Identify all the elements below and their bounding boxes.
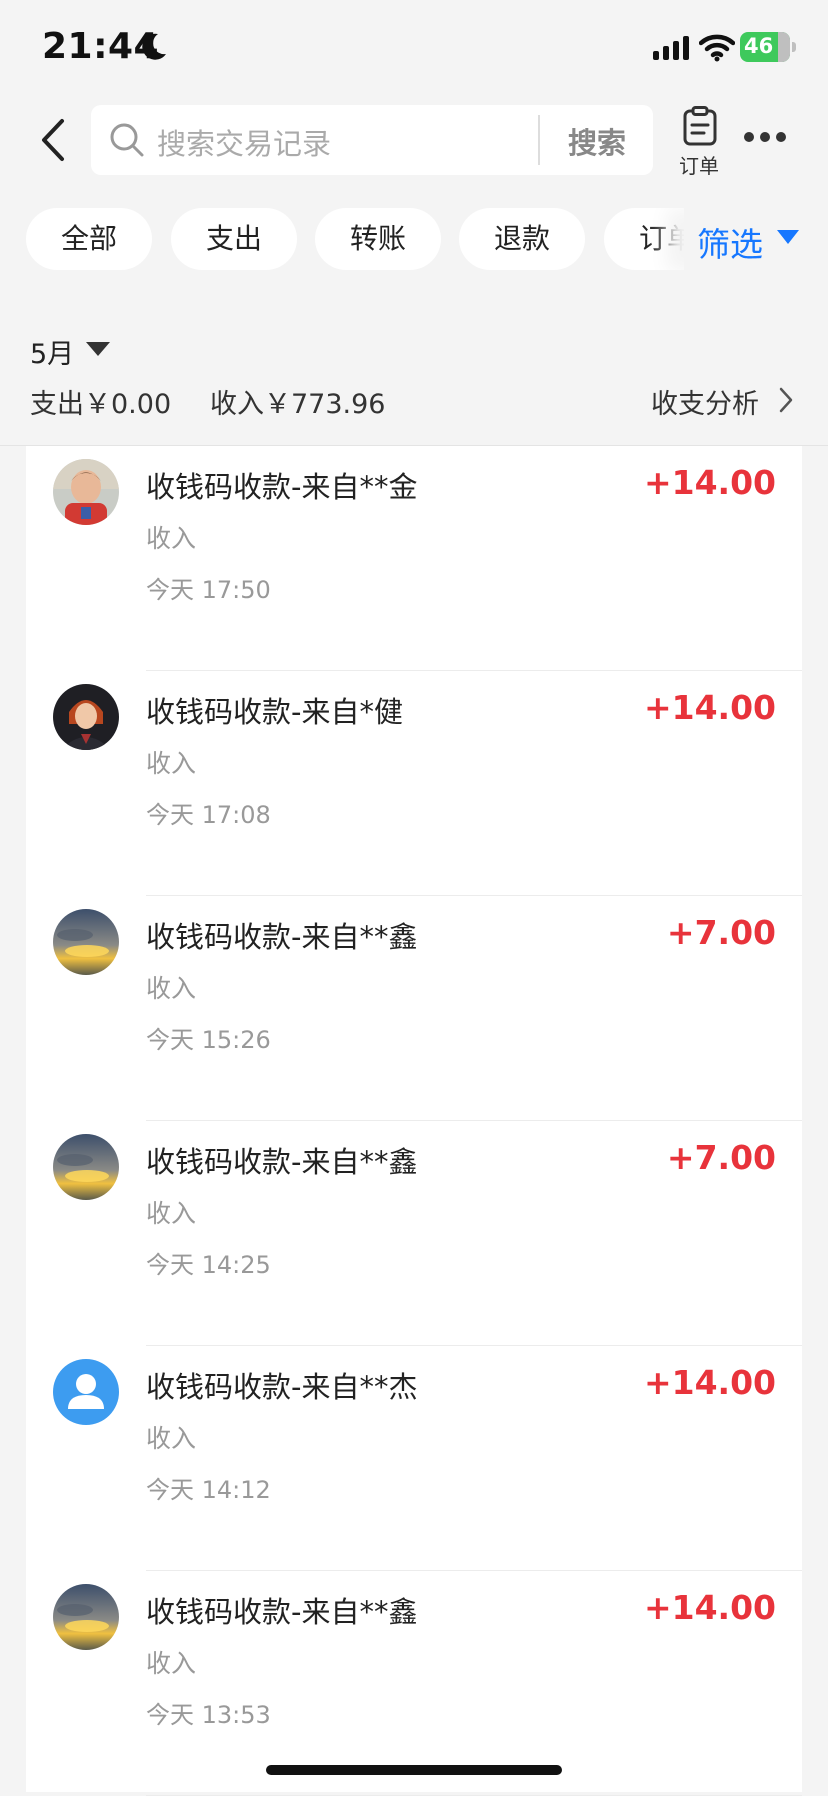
filter-label: 筛选 (697, 225, 763, 264)
transaction-amount: +14.00 (643, 1363, 776, 1402)
transaction-title: 收钱码收款-来自**杰 (146, 1370, 418, 1404)
transaction-amount: +14.00 (643, 688, 776, 727)
transaction-time: 今天 14:25 (146, 1251, 271, 1279)
avatar (53, 459, 119, 525)
chip-refund[interactable]: 退款 (459, 208, 585, 270)
home-indicator[interactable] (266, 1765, 562, 1775)
transaction-amount: +7.00 (666, 1138, 776, 1177)
analysis-link[interactable]: 收支分析 (651, 382, 759, 421)
search-bar[interactable]: 搜索交易记录 搜索 (91, 105, 653, 175)
transaction-amount: +14.00 (643, 463, 776, 502)
transaction-title: 收钱码收款-来自**金 (146, 470, 418, 504)
transaction-amount: +7.00 (666, 913, 776, 952)
filter-button[interactable]: 筛选 (684, 208, 828, 272)
transaction-time: 今天 17:08 (146, 801, 271, 829)
transaction-title: 收钱码收款-来自**鑫 (146, 920, 418, 954)
battery-level: 46 (744, 34, 774, 58)
chevron-right-icon[interactable] (778, 386, 794, 414)
month-selector[interactable]: 5月 (30, 332, 74, 371)
transaction-time: 今天 17:50 (146, 576, 271, 604)
transaction-row[interactable]: 收钱码收款-来自**鑫 收入 今天 15:26 +7.00 (26, 896, 802, 1121)
chip-all[interactable]: 全部 (26, 208, 152, 270)
transaction-time: 今天 15:26 (146, 1026, 271, 1054)
transaction-type: 收入 (146, 974, 197, 1003)
default-user-icon (53, 1359, 119, 1425)
order-button[interactable]: 订单 (677, 106, 723, 178)
transaction-title: 收钱码收款-来自*健 (146, 695, 403, 729)
more-options-icon[interactable] (742, 132, 788, 146)
search-input[interactable]: 搜索交易记录 (157, 121, 331, 163)
chip-expense[interactable]: 支出 (171, 208, 297, 270)
order-label: 订单 (679, 154, 719, 178)
transaction-row[interactable]: 收钱码收款-来自**鑫 收入 今天 13:53 +14.00 (26, 1571, 802, 1796)
transaction-list: 收钱码收款-来自**金 收入 今天 17:50 +14.00 收钱码收款-来自*… (26, 446, 802, 1796)
avatar (53, 684, 119, 750)
income-total: 收入￥773.96 (210, 389, 386, 420)
battery-icon: 46 (740, 32, 798, 62)
cellular-signal-icon (653, 36, 689, 60)
back-icon[interactable] (38, 118, 68, 162)
transaction-type: 收入 (146, 1424, 197, 1453)
transaction-row[interactable]: 收钱码收款-来自**杰 收入 今天 14:12 +14.00 (26, 1346, 802, 1571)
search-divider (538, 115, 540, 165)
transaction-row[interactable]: 收钱码收款-来自*健 收入 今天 17:08 +14.00 (26, 671, 802, 896)
transaction-type: 收入 (146, 1649, 197, 1678)
status-bar: 21:44 46 (0, 0, 828, 100)
avatar (53, 909, 119, 975)
chip-transfer[interactable]: 转账 (315, 208, 441, 270)
transaction-time: 今天 13:53 (146, 1701, 271, 1729)
transaction-type: 收入 (146, 749, 197, 778)
transaction-title: 收钱码收款-来自**鑫 (146, 1595, 418, 1629)
transaction-type: 收入 (146, 1199, 197, 1228)
transaction-title: 收钱码收款-来自**鑫 (146, 1145, 418, 1179)
moon-icon (142, 33, 166, 60)
transaction-row[interactable]: 收钱码收款-来自**金 收入 今天 17:50 +14.00 (26, 446, 802, 671)
expense-total: 支出￥0.00 (30, 389, 172, 420)
transaction-time: 今天 14:12 (146, 1476, 271, 1504)
transaction-row[interactable]: 收钱码收款-来自**鑫 收入 今天 14:25 +7.00 (26, 1121, 802, 1346)
transaction-type: 收入 (146, 524, 197, 553)
avatar (53, 1584, 119, 1650)
filter-dropdown-icon (777, 230, 799, 244)
transaction-amount: +14.00 (643, 1588, 776, 1627)
wifi-icon (699, 34, 735, 62)
search-button[interactable]: 搜索 (568, 120, 626, 162)
avatar (53, 1134, 119, 1200)
clipboard-icon (683, 106, 717, 146)
month-dropdown-icon[interactable] (86, 342, 110, 356)
search-icon (110, 123, 144, 157)
